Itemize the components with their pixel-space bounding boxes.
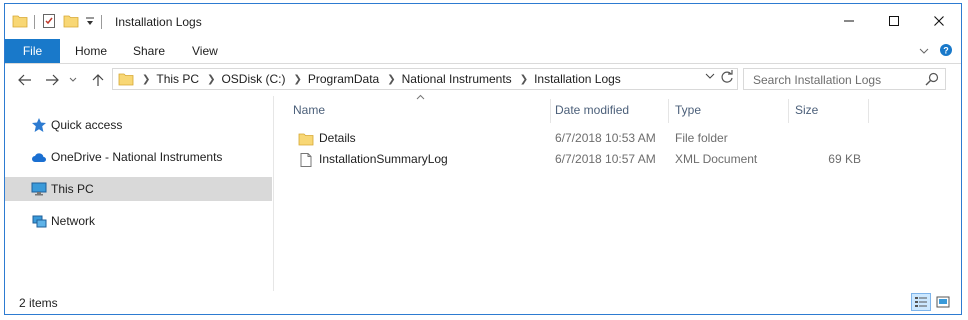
large-icons-view-button[interactable] (933, 293, 953, 311)
tab-file[interactable]: File (5, 39, 60, 63)
sidebar-item-label: OneDrive - National Instruments (51, 150, 223, 164)
forward-button[interactable] (42, 70, 62, 90)
file-name-cell: InstallationSummaryLog (298, 149, 448, 170)
tab-share[interactable]: Share (133, 39, 165, 63)
folder-icon (118, 72, 134, 86)
sidebar-item-onedrive[interactable]: OneDrive - National Instruments (5, 145, 272, 169)
sidebar-item-label: Quick access (51, 118, 123, 132)
help-icon[interactable]: ? (939, 43, 953, 60)
sidebar-item-this-pc[interactable]: This PC (5, 177, 272, 201)
ribbon-options: ? (919, 43, 953, 60)
document-icon (300, 152, 312, 167)
close-button[interactable] (916, 4, 961, 38)
column-divider[interactable] (668, 99, 669, 123)
large-icons-view-icon (936, 296, 950, 308)
folder-icon (12, 14, 28, 31)
cloud-icon (31, 149, 47, 165)
file-list: Name Date modified Type Size Details 6/7… (288, 94, 888, 291)
title-bar: Installation Logs (5, 4, 961, 39)
toolbar-separator (34, 15, 35, 29)
network-icon (31, 213, 47, 229)
breadcrumb-separator[interactable]: ❯ (387, 74, 395, 85)
table-row[interactable]: Details 6/7/2018 10:53 AM File folder (288, 128, 888, 149)
ribbon-tabs: File Home Share View ? (5, 39, 961, 64)
column-divider[interactable] (788, 99, 789, 123)
sidebar-item-quick-access[interactable]: Quick access (5, 113, 272, 137)
back-button[interactable] (15, 70, 35, 90)
breadcrumb-this-pc[interactable]: This PC (156, 72, 199, 86)
star-icon (31, 117, 47, 133)
breadcrumb-national-instruments[interactable]: National Instruments (402, 72, 512, 86)
file-name: InstallationSummaryLog (319, 152, 448, 166)
tab-home[interactable]: Home (75, 39, 107, 63)
file-name: Details (319, 131, 356, 145)
column-header-name[interactable]: Name (293, 96, 548, 124)
search-box[interactable] (743, 68, 946, 90)
search-input[interactable] (751, 70, 925, 90)
minimize-button[interactable] (826, 4, 871, 38)
sidebar-item-label: This PC (51, 182, 94, 196)
chevron-down-icon[interactable] (705, 72, 715, 83)
up-button[interactable] (88, 70, 108, 90)
navigation-bar: ❯ This PC ❯ OSDisk (C:) ❯ ProgramData ❯ … (5, 66, 961, 94)
file-name-cell: Details (298, 128, 356, 149)
status-bar: 2 items (5, 291, 961, 315)
refresh-icon[interactable] (720, 70, 734, 87)
customize-toolbar-icon[interactable] (85, 15, 95, 30)
recent-locations-button[interactable] (67, 70, 79, 90)
details-view-icon (915, 297, 927, 307)
column-header-size[interactable]: Size (795, 96, 865, 124)
size-cell: 69 KB (828, 152, 861, 166)
details-view-button[interactable] (911, 293, 931, 311)
properties-icon[interactable] (41, 13, 57, 32)
column-header-date-modified[interactable]: Date modified (555, 96, 667, 124)
new-folder-icon[interactable] (63, 14, 79, 31)
quick-access-toolbar (12, 13, 102, 31)
size-cell (795, 128, 861, 149)
date-modified-cell: 6/7/2018 10:53 AM (555, 131, 656, 145)
breadcrumb-installation-logs[interactable]: Installation Logs (534, 72, 621, 86)
column-header-type[interactable]: Type (675, 96, 787, 124)
breadcrumb-separator[interactable]: ❯ (142, 74, 150, 85)
view-switcher (911, 293, 953, 311)
column-divider[interactable] (868, 99, 869, 123)
toolbar-separator (101, 15, 102, 29)
address-bar[interactable]: ❯ This PC ❯ OSDisk (C:) ❯ ProgramData ❯ … (112, 68, 738, 90)
table-row[interactable]: InstallationSummaryLog 6/7/2018 10:57 AM… (288, 149, 888, 170)
folder-icon (298, 133, 314, 145)
column-divider[interactable] (550, 99, 551, 123)
maximize-button[interactable] (871, 4, 916, 38)
window-title: Installation Logs (115, 15, 202, 29)
breadcrumb-separator[interactable]: ❯ (520, 74, 528, 85)
type-cell: XML Document (675, 152, 758, 166)
breadcrumb-programdata[interactable]: ProgramData (308, 72, 379, 86)
explorer-window: Installation Logs File Home Share View ? (4, 3, 962, 315)
sidebar-item-network[interactable]: Network (5, 209, 272, 233)
sidebar-item-label: Network (51, 214, 96, 228)
breadcrumb-separator[interactable]: ❯ (293, 74, 301, 85)
tab-view[interactable]: View (192, 39, 218, 63)
svg-text:?: ? (943, 46, 949, 56)
item-count: 2 items (19, 296, 58, 310)
type-cell: File folder (675, 131, 728, 145)
monitor-icon (31, 181, 47, 197)
date-modified-cell: 6/7/2018 10:57 AM (555, 152, 656, 166)
breadcrumb-osdisk[interactable]: OSDisk (C:) (221, 72, 285, 86)
navigation-pane: Quick access OneDrive - National Instrum… (5, 96, 274, 291)
breadcrumb-separator[interactable]: ❯ (207, 74, 215, 85)
search-icon[interactable] (925, 72, 939, 89)
expand-ribbon-icon[interactable] (919, 46, 929, 58)
